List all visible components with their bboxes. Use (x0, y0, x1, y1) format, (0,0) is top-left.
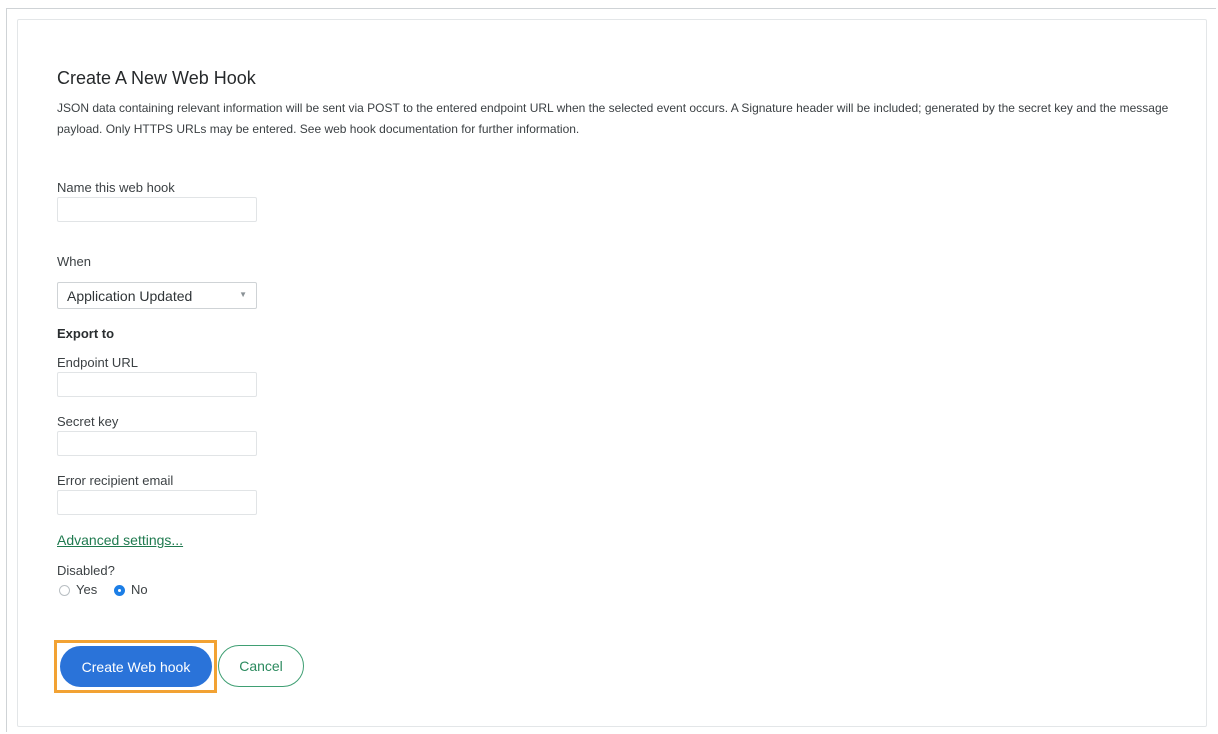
when-select[interactable]: Application Updated ▼ (57, 282, 257, 309)
name-input[interactable] (57, 197, 257, 222)
disabled-yes-label[interactable]: Yes (76, 582, 97, 597)
endpoint-label: Endpoint URL (57, 355, 138, 370)
page-description: JSON data containing relevant informatio… (57, 101, 1169, 136)
secret-key-input[interactable] (57, 431, 257, 456)
disabled-no-radio[interactable] (114, 585, 125, 596)
page-title: Create A New Web Hook (57, 68, 256, 88)
error-email-label: Error recipient email (57, 473, 174, 488)
disabled-label: Disabled? (57, 563, 115, 578)
export-heading: Export to (57, 326, 115, 341)
name-label: Name this web hook (57, 180, 175, 195)
disabled-yes-radio[interactable] (59, 585, 70, 596)
caret-down-icon: ▼ (239, 290, 247, 299)
error-email-input[interactable] (57, 490, 257, 515)
disabled-no-label[interactable]: No (131, 582, 148, 597)
when-select-value: Application Updated (67, 288, 193, 304)
create-web-hook-button[interactable]: Create Web hook (60, 646, 212, 687)
when-label: When (57, 254, 91, 269)
advanced-settings-link[interactable]: Advanced settings... (57, 532, 183, 548)
secret-label: Secret key (57, 414, 119, 429)
cancel-button[interactable]: Cancel (218, 645, 304, 687)
endpoint-url-input[interactable] (57, 372, 257, 397)
